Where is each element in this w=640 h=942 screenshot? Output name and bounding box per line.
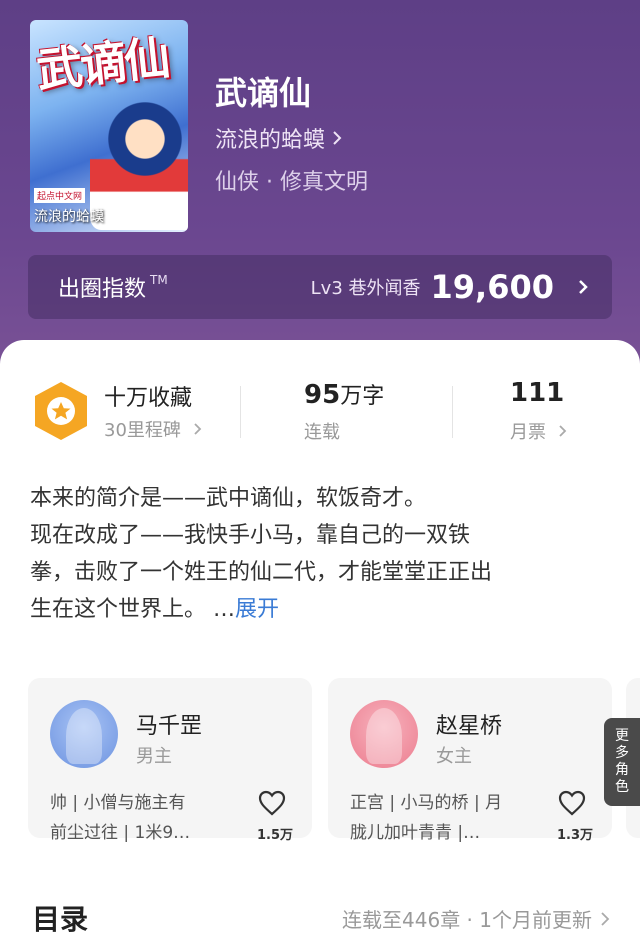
heart-icon[interactable] bbox=[258, 790, 286, 816]
milestone-label: 30里程碑 bbox=[104, 420, 181, 441]
trademark-mark: TM bbox=[150, 273, 168, 287]
character-tags-line: 前尘过往 | 1米9… bbox=[50, 823, 191, 843]
character-avatar bbox=[50, 700, 118, 768]
synopsis-line: 现在改成了——我快手小马，靠自己的一双铁 bbox=[30, 523, 471, 548]
stats-row: 十万收藏 30里程碑 95万字 连载 111 月票 bbox=[0, 378, 640, 448]
stats-divider bbox=[240, 386, 241, 438]
cover-publisher-stamp: 起点中文网 bbox=[34, 188, 86, 203]
character-tags: 帅 | 小僧与施主有 前尘过往 | 1米9… bbox=[50, 788, 240, 848]
book-genre: 仙侠 · 修真文明 bbox=[215, 170, 368, 195]
book-title: 武谪仙 bbox=[215, 74, 312, 112]
chevron-right-icon bbox=[559, 425, 567, 437]
character-name: 赵星桥 bbox=[436, 714, 503, 739]
cover-character-illustration bbox=[90, 100, 188, 230]
like-count: 1.5万 bbox=[257, 828, 294, 843]
toc-status-text: 连载至446章 · 1个月前更新 bbox=[342, 908, 592, 932]
popularity-index-bar[interactable]: 出圈指数 TM Lv3 巷外闻香 19,600 bbox=[28, 255, 612, 319]
chevron-right-icon bbox=[579, 280, 588, 294]
serial-status: 连载 bbox=[304, 422, 340, 443]
popularity-index-label: 出圈指数 bbox=[58, 277, 147, 302]
word-count: 95万字 bbox=[304, 378, 384, 410]
toc-status: 连载至446章 · 1个月前更新 bbox=[342, 904, 610, 933]
character-card[interactable]: 马千罡 男主 帅 | 小僧与施主有 前尘过往 | 1米9… 1.5万 bbox=[28, 678, 312, 843]
character-tags-line: 帅 | 小僧与施主有 bbox=[50, 793, 186, 813]
milestone-link[interactable]: 30里程碑 bbox=[104, 416, 203, 442]
popularity-level: Lv3 巷外闻香 bbox=[310, 278, 421, 299]
heart-icon[interactable] bbox=[558, 790, 586, 816]
avatar-silhouette bbox=[66, 708, 102, 764]
star-badge-icon bbox=[35, 382, 87, 440]
more-characters-char: 色 bbox=[615, 779, 629, 795]
expand-link[interactable]: 展开 bbox=[235, 597, 279, 622]
synopsis-line-text: 生在这个世界上。 … bbox=[30, 597, 235, 622]
more-characters-char: 多 bbox=[615, 745, 629, 761]
avatar-silhouette bbox=[366, 708, 402, 764]
character-tags-line: 正宫 | 小马的桥 | 月 bbox=[350, 793, 503, 813]
monthly-tickets-label: 月票 bbox=[510, 422, 546, 443]
table-of-contents-row[interactable]: 目录 连载至446章 · 1个月前更新 bbox=[0, 888, 640, 942]
toc-title: 目录 bbox=[32, 903, 89, 936]
word-count-unit: 万字 bbox=[340, 384, 385, 409]
character-card[interactable]: 赵星桥 女主 正宫 | 小马的桥 | 月 胧儿加叶青青 |… 1.3万 bbox=[328, 678, 612, 843]
cover-author: 流浪的蛤蟆 bbox=[34, 209, 104, 225]
book-detail-card: 十万收藏 30里程碑 95万字 连载 111 月票 本来的简介是——武中谪仙，软… bbox=[0, 340, 640, 942]
character-carousel[interactable]: 马千罡 男主 帅 | 小僧与施主有 前尘过往 | 1米9… 1.5万 赵星桥 女… bbox=[0, 678, 640, 843]
synopsis[interactable]: 本来的简介是——武中谪仙，软饭奇才。 现在改成了——我快手小马，靠自己的一双铁 … bbox=[30, 480, 615, 628]
monthly-tickets-link[interactable]: 月票 bbox=[510, 418, 568, 444]
synopsis-line: 生在这个世界上。 …展开 bbox=[30, 591, 615, 628]
stats-divider bbox=[452, 386, 453, 438]
chevron-right-icon bbox=[333, 131, 342, 145]
character-tags-line: 胧儿加叶青青 |… bbox=[350, 823, 481, 843]
synopsis-line: 本来的简介是——武中谪仙，软饭奇才。 bbox=[30, 486, 427, 511]
character-role-type: 男主 bbox=[136, 746, 172, 767]
popularity-score: 19,600 bbox=[430, 268, 554, 306]
author-link[interactable]: 流浪的蛤蟆 bbox=[215, 122, 343, 154]
character-avatar bbox=[350, 700, 418, 768]
word-count-value: 95 bbox=[304, 380, 341, 410]
more-characters-char: 角 bbox=[615, 762, 629, 778]
chevron-right-icon bbox=[194, 423, 201, 435]
author-name: 流浪的蛤蟆 bbox=[215, 128, 326, 153]
character-role-type: 女主 bbox=[436, 746, 472, 767]
collection-milestone-title[interactable]: 十万收藏 bbox=[104, 380, 192, 412]
book-cover[interactable]: 武谪仙 起点中文网 流浪的蛤蟆 bbox=[30, 20, 188, 232]
character-name: 马千罡 bbox=[136, 714, 203, 739]
book-header: 武谪仙 起点中文网 流浪的蛤蟆 武谪仙 流浪的蛤蟆 仙侠 · 修真文明 出圈指数… bbox=[0, 0, 640, 360]
like-count: 1.3万 bbox=[557, 828, 594, 843]
more-characters-char: 更 bbox=[615, 728, 629, 744]
cover-title: 武谪仙 bbox=[33, 30, 171, 98]
character-tags: 正宫 | 小马的桥 | 月 胧儿加叶青青 |… bbox=[350, 788, 540, 848]
monthly-tickets-value[interactable]: 111 bbox=[510, 378, 564, 408]
synopsis-line: 拳，击败了一个姓王的仙二代，才能堂堂正正出 bbox=[30, 560, 493, 585]
chevron-right-icon bbox=[601, 911, 610, 926]
more-characters-button[interactable]: 更 多 角 色 bbox=[604, 718, 640, 806]
